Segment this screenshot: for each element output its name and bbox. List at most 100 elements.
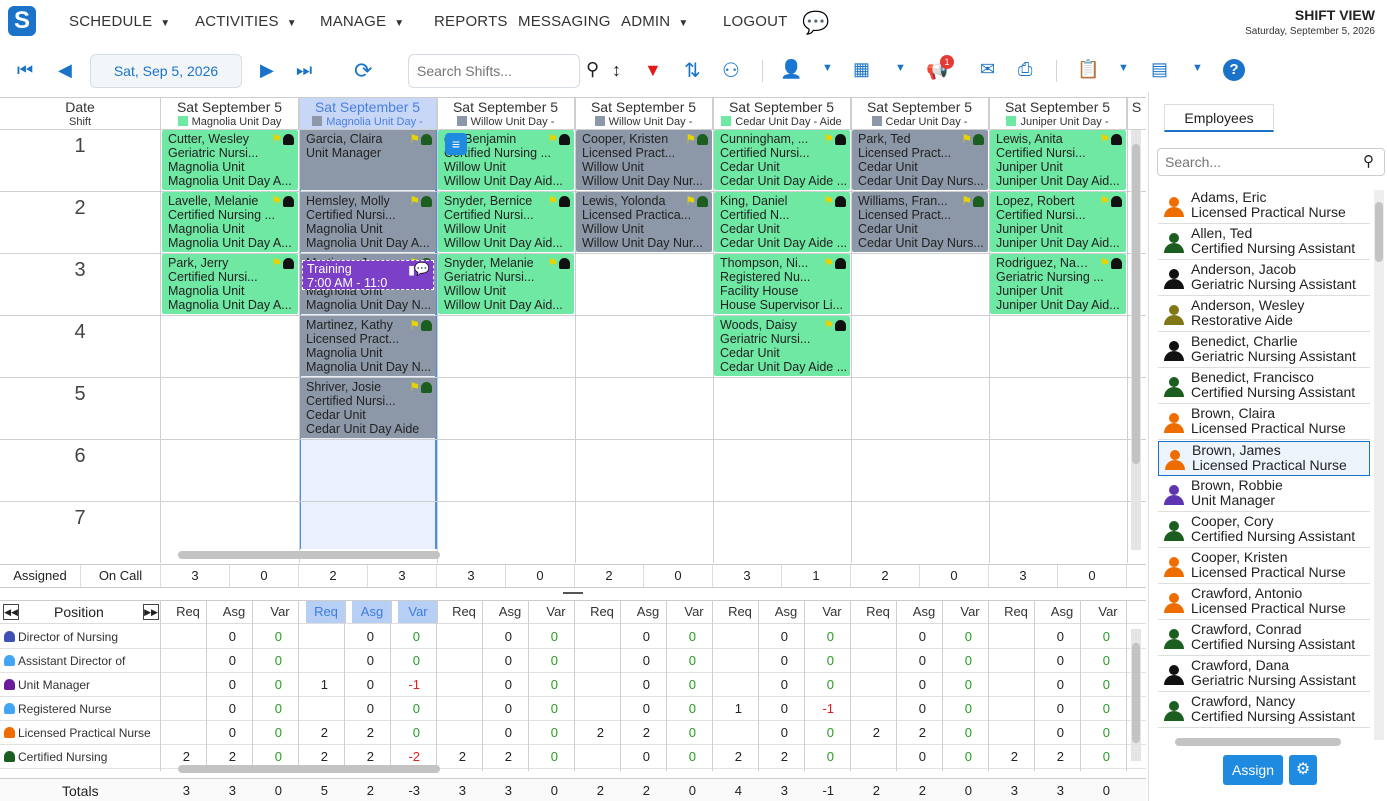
training-event[interactable]: Training 7:00 AM - 11:0 ▮ 💬 [302,260,434,290]
search-icon[interactable]: ⚲ [586,59,599,80]
mail-icon[interactable]: ✉ [980,59,995,80]
employee-scroll-thumb[interactable] [1375,202,1383,262]
shift-card[interactable]: Cutter, Wesley Geriatric Nursi... Magnolia… [162,130,298,190]
shift-card[interactable]: Snyder, Melanie Geriatric Nursi... Willow … [438,254,574,314]
employee-item[interactable]: Brown, Claira Licensed Practical Nurse [1158,405,1370,440]
nav-reports[interactable]: REPORTS [434,13,508,30]
gear-icon[interactable]: ⚙ [1289,755,1317,785]
employee-item[interactable]: Benedict, Francisco Certified Nursing Ass… [1158,369,1370,404]
column-header[interactable]: Sat September 5 Magnolia Unit Day - [299,98,437,129]
shift-card[interactable]: Martinez, Kathy Licensed Pract... Magnolia… [300,316,436,376]
prev-icon[interactable]: ◀ [58,60,72,81]
nav-messaging[interactable]: MESSAGING [518,13,611,30]
column-header[interactable]: Sat September 5 Juniper Unit Day - [989,98,1127,129]
person-icon [4,751,15,762]
employee-item[interactable]: Brown, James Licensed Practical Nurse [1158,441,1370,476]
binoculars-icon[interactable]: ⚇ [722,58,740,83]
nav-admin[interactable]: ADMIN ▼ [621,13,688,30]
assign-person-icon[interactable]: 👤 [780,59,802,80]
clipboard-icon[interactable]: 📋 [1077,59,1099,80]
shift-card[interactable]: Williams, Fran... Licensed Pract... Cedar … [852,192,988,252]
employee-hscroll-thumb[interactable] [1175,738,1341,746]
grid-hscroll-thumb[interactable] [178,551,440,559]
help-icon[interactable]: ? [1223,59,1245,81]
shift-line: Cedar Unit Day Nurs... [858,174,984,188]
employee-item[interactable]: Cooper, Kristen Licensed Practical Nurse [1158,549,1370,584]
positions-vertical-scrollbar[interactable] [1131,629,1141,761]
search-shifts-input[interactable] [408,54,580,88]
employee-scrollbar[interactable] [1374,190,1384,740]
shift-card[interactable]: Park, Ted Licensed Pract... Cedar Unit Ceda… [852,130,988,190]
last-page-icon[interactable]: ⏭ [296,60,312,81]
column-header[interactable]: Sat September 5 Cedar Unit Day - [851,98,989,129]
shift-card[interactable]: Lavelle, Melanie Certified Nursing ... Mag… [162,192,298,252]
shift-card[interactable]: Shriver, Josie Certified Nursi... Cedar Un… [300,378,436,438]
employee-item[interactable]: Brown, Robbie Unit Manager [1158,477,1370,512]
first-page-icon[interactable]: ⏮ [17,60,33,81]
app-logo[interactable]: S [8,6,36,36]
shift-card[interactable]: Hemsley, Molly Certified Nursi... Magnolia… [300,192,436,252]
shift-card[interactable]: Snyder, Bernice Certified Nursi... Willow … [438,192,574,252]
calendar-grid-icon[interactable]: ▤ [1151,59,1168,80]
date-picker[interactable]: Sat, Sep 5, 2026 [90,54,242,88]
positions-vscroll-thumb[interactable] [1132,643,1140,743]
grid-view-icon[interactable]: ▦ [853,59,870,80]
chevron-down-icon[interactable]: ▼ [1192,62,1203,74]
chevron-down-icon[interactable]: ▼ [1118,62,1129,74]
shift-line: Willow Unit [582,222,644,236]
column-header[interactable]: Sat September 5 Willow Unit Day - [437,98,575,129]
shift-card[interactable]: Lewis, Anita Certified Nursi... Juniper Un… [990,130,1126,190]
employee-search-input[interactable] [1157,148,1385,176]
print-icon[interactable]: ⎙ [1018,59,1032,80]
employee-item[interactable]: Anderson, Jacob Geriatric Nursing Assista… [1158,261,1370,296]
chevron-down-icon[interactable]: ▼ [895,62,906,74]
sort-icon[interactable]: ⇅ [684,58,701,83]
nav-activities[interactable]: ACTIVITIES ▼ [195,13,297,30]
shift-card[interactable]: Lopez, Robert Certified Nursi... Juniper U… [990,192,1126,252]
grid-vertical-scrollbar[interactable] [1131,130,1141,550]
shift-card[interactable]: Woods, Daisy Geriatric Nursi... Cedar Unit… [714,316,850,376]
employee-item[interactable]: Anderson, Wesley Restorative Aide [1158,297,1370,332]
shift-menu-icon[interactable]: ≡ [445,133,467,155]
column-header[interactable]: Sat September 5 Cedar Unit Day - Aide [713,98,851,129]
collapse-left-icon[interactable]: ◀◀ [3,604,19,620]
person-icon [1164,593,1184,613]
chevron-down-icon[interactable]: ▼ [822,62,833,74]
positions-hscroll-thumb[interactable] [178,765,440,773]
shift-line: Cedar Unit [720,160,780,174]
refresh-icon[interactable]: ⟳ [354,58,372,84]
chat-icon[interactable]: 💬 [802,10,829,36]
column-header[interactable]: Sat September 5 Magnolia Unit Day [161,98,299,129]
nav-schedule[interactable]: SCHEDULE ▼ [69,13,170,30]
employee-item[interactable]: Crawford, Conrad Certified Nursing Assist… [1158,621,1370,656]
filter-icon[interactable]: ▼ [644,60,662,81]
sort-vertical-icon[interactable]: ↕ [612,60,621,81]
employee-item[interactable]: Crawford, Antonio Licensed Practical Nurs… [1158,585,1370,620]
employee-item[interactable]: Crawford, Nancy Certified Nursing Assista… [1158,693,1370,728]
shift-card[interactable]: Garcia, Claira Unit Manager ⚑ [300,130,436,190]
shift-card[interactable]: Rodriguez, Nadia Geriatric Nursing ... Jun… [990,254,1126,314]
employee-item[interactable]: Allen, Ted Certified Nursing Assistant [1158,225,1370,260]
splitter-handle[interactable] [563,592,583,594]
column-header[interactable]: Sat September 5 Willow Unit Day - [575,98,713,129]
expand-right-icon[interactable]: ▶▶ [143,604,159,620]
shift-card[interactable]: Park, Jerry Certified Nursi... Magnolia Un… [162,254,298,314]
next-icon[interactable]: ▶ [260,60,274,81]
assign-button[interactable]: Assign [1223,755,1283,785]
employee-item[interactable]: Crawford, Dana Geriatric Nursing Assistan… [1158,657,1370,692]
grid-vscroll-thumb[interactable] [1132,144,1140,464]
shift-card[interactable]: King, Daniel Certified N... Cedar Unit Ceda… [714,192,850,252]
employee-item[interactable]: Cooper, Cory Certified Nursing Assistant [1158,513,1370,548]
tab-employees[interactable]: Employees [1164,104,1274,132]
search-icon[interactable]: ⚲ [1363,152,1374,170]
shift-card[interactable]: Cunningham, ... Certified Nursi... Cedar U… [714,130,850,190]
nav-logout[interactable]: LOGOUT [723,13,788,30]
employee-item[interactable]: Adams, Eric Licensed Practical Nurse [1158,189,1370,224]
person-icon [1164,557,1184,577]
employee-item[interactable]: Benedict, Charlie Geriatric Nursing Assis… [1158,333,1370,368]
shift-card[interactable]: Thompson, Ni... Registered Nu... Facility … [714,254,850,314]
column-date: Sat September 5 [452,99,559,115]
nav-manage[interactable]: MANAGE ▼ [320,13,404,30]
shift-card[interactable]: Lewis, Yolonda Licensed Practica... Willow… [576,192,712,252]
shift-card[interactable]: Cooper, Kristen Licensed Pract... Willow U… [576,130,712,190]
